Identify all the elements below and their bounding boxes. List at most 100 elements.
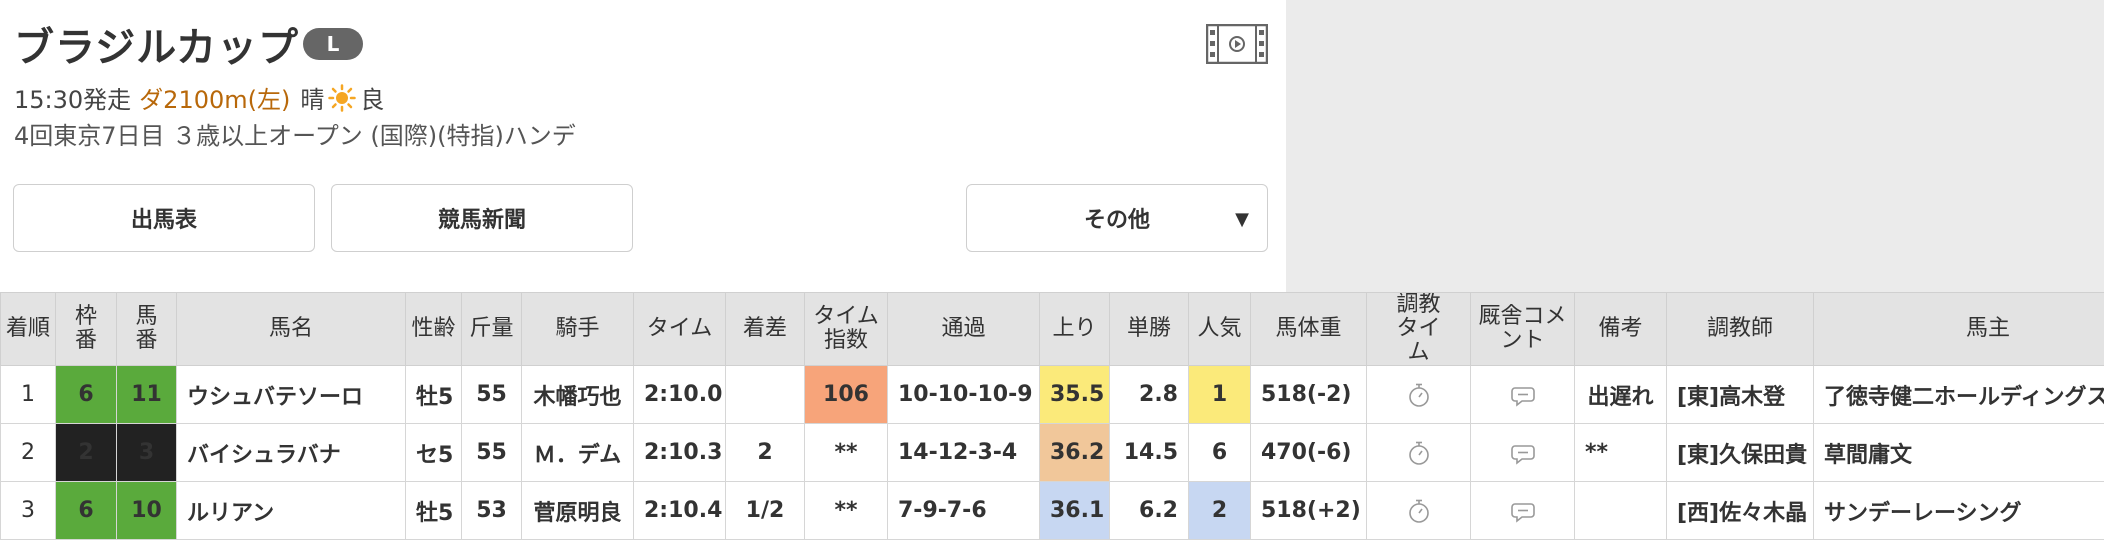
header-index: タイム指数: [805, 293, 888, 366]
start-time: 15:30発走: [14, 80, 131, 115]
table-header-row: 着順 枠番 馬番 馬名 性齢 斤量 騎手 タイム 着差 タイム指数 通過 上り …: [1, 293, 2104, 366]
popularity-cell: 6: [1189, 424, 1251, 482]
agari-cell: 36.2: [1040, 424, 1110, 482]
header-passing: 通過: [888, 293, 1040, 366]
horse-name-link[interactable]: ウシュバテソーロ: [177, 366, 406, 424]
comment-icon[interactable]: [1510, 440, 1536, 466]
header-owner: 馬主: [1814, 293, 2104, 366]
agari-cell: 36.1: [1040, 482, 1110, 540]
meeting-info: 4回東京7日目 ３歳以上オープン (国際)(特指)ハンデ: [14, 116, 576, 151]
odds-cell: 6.2: [1110, 482, 1189, 540]
sexage-cell: 牡5: [406, 482, 462, 540]
grade-badge: L: [303, 28, 363, 60]
trainer-link[interactable]: [西]佐々木晶: [1667, 482, 1814, 540]
table-row: 2 2 3 バイシュラバナ セ5 55 Ｍ．デム 2:10.3 2 ** 14-…: [1, 424, 2104, 482]
waku-cell: 6: [56, 482, 117, 540]
header-waku: 枠番: [56, 293, 117, 366]
stopwatch-icon[interactable]: [1406, 498, 1432, 524]
margin-cell: 2: [726, 424, 805, 482]
owner-link[interactable]: サンデーレーシング: [1814, 482, 2104, 540]
horse-name-link[interactable]: ルリアン: [177, 482, 406, 540]
comment-icon[interactable]: [1510, 498, 1536, 524]
rank-cell: 1: [1, 366, 56, 424]
header-trainer: 調教師: [1667, 293, 1814, 366]
header-time: タイム: [634, 293, 726, 366]
header-umaban: 馬番: [117, 293, 177, 366]
time-index-cell[interactable]: **: [805, 424, 888, 482]
header-waku-text: 枠番: [74, 305, 98, 353]
training-cell[interactable]: [1367, 366, 1471, 424]
video-icon[interactable]: [1206, 24, 1268, 64]
bodyweight-cell: 518(-2): [1251, 366, 1367, 424]
comment-cell[interactable]: [1471, 366, 1575, 424]
header-rank: 着順: [1, 293, 56, 366]
sexage-cell: セ5: [406, 424, 462, 482]
rank-cell: 2: [1, 424, 56, 482]
comment-cell[interactable]: [1471, 482, 1575, 540]
bodyweight-cell: 470(-6): [1251, 424, 1367, 482]
jockey-link[interactable]: Ｍ．デム: [522, 424, 634, 482]
waku-cell: 6: [56, 366, 117, 424]
header-odds: 単勝: [1110, 293, 1189, 366]
table-row: 1 6 11 ウシュバテソーロ 牡5 55 木幡巧也 2:10.0 106 10…: [1, 366, 2104, 424]
training-cell[interactable]: [1367, 482, 1471, 540]
header-umaban-text: 馬番: [135, 305, 159, 353]
course-info: ダ2100m(左): [139, 80, 290, 115]
header-bodyweight: 馬体重: [1251, 293, 1367, 366]
time-index-cell[interactable]: **: [805, 482, 888, 540]
sun-icon: [328, 84, 356, 112]
owner-link[interactable]: 了徳寺健二ホールディングス: [1814, 366, 2104, 424]
umaban-cell: 3: [117, 424, 177, 482]
umaban-cell: 11: [117, 366, 177, 424]
trainer-link[interactable]: [東]高木登: [1667, 366, 1814, 424]
header-index-text: タイム指数: [810, 305, 882, 353]
jockey-link[interactable]: 木幡巧也: [522, 366, 634, 424]
race-card-button[interactable]: 出馬表: [13, 184, 315, 252]
header-comment: 厩舎コメント: [1471, 293, 1575, 366]
time-cell: 2:10.3: [634, 424, 726, 482]
race-card-label: 出馬表: [131, 202, 197, 234]
header-weight: 斤量: [462, 293, 522, 366]
comment-cell[interactable]: [1471, 424, 1575, 482]
sexage-cell: 牡5: [406, 366, 462, 424]
margin-cell: 1/2: [726, 482, 805, 540]
header-sexage: 性齢: [406, 293, 462, 366]
training-cell[interactable]: [1367, 424, 1471, 482]
time-cell: 2:10.4: [634, 482, 726, 540]
stopwatch-icon[interactable]: [1406, 382, 1432, 408]
passing-cell: 7-9-7-6: [888, 482, 1040, 540]
trainer-link[interactable]: [東]久保田貴: [1667, 424, 1814, 482]
newspaper-button[interactable]: 競馬新聞: [331, 184, 633, 252]
time-index-cell: 106: [805, 366, 888, 424]
header-comment-text: 厩舎コメント: [1475, 305, 1571, 353]
note-cell: [1575, 482, 1667, 540]
weather-text: 晴: [300, 80, 324, 115]
odds-cell: 2.8: [1110, 366, 1189, 424]
bodyweight-cell: 518(+2): [1251, 482, 1367, 540]
race-conditions: 15:30発走 ダ2100m(左) 晴 良: [14, 80, 384, 115]
horse-name-link[interactable]: バイシュラバナ: [177, 424, 406, 482]
popularity-cell: 1: [1189, 366, 1251, 424]
header-note: 備考: [1575, 293, 1667, 366]
other-menu-label: その他: [1084, 202, 1150, 234]
time-cell: 2:10.0: [634, 366, 726, 424]
note-cell[interactable]: **: [1575, 424, 1667, 482]
owner-link[interactable]: 草間庸文: [1814, 424, 2104, 482]
passing-cell: 14-12-3-4: [888, 424, 1040, 482]
header-jockey: 騎手: [522, 293, 634, 366]
margin-cell: [726, 366, 805, 424]
title-row: ブラジルカップ L: [14, 16, 363, 72]
header-training-text: 調教タイム: [1394, 293, 1444, 365]
weight-cell: 55: [462, 424, 522, 482]
header-pop: 人気: [1189, 293, 1251, 366]
note-cell: 出遅れ: [1575, 366, 1667, 424]
comment-icon[interactable]: [1510, 382, 1536, 408]
other-menu-button[interactable]: その他▼: [966, 184, 1268, 252]
popularity-cell: 2: [1189, 482, 1251, 540]
newspaper-label: 競馬新聞: [438, 202, 526, 234]
header-margin: 着差: [726, 293, 805, 366]
stopwatch-icon[interactable]: [1406, 440, 1432, 466]
jockey-link[interactable]: 菅原明良: [522, 482, 634, 540]
race-header: ブラジルカップ L 15:30発走 ダ2100m(左) 晴 良 4回東京7日目 …: [0, 0, 1286, 292]
umaban-cell: 10: [117, 482, 177, 540]
